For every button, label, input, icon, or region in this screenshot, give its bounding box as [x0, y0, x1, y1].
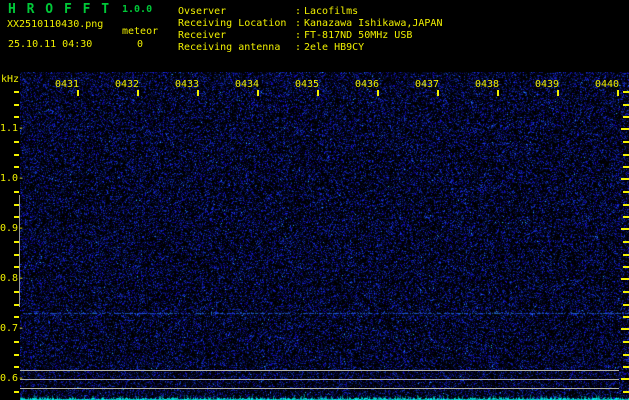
time-tick-mark: [137, 90, 139, 96]
info-separator: :: [295, 18, 304, 30]
info-separator: :: [295, 30, 304, 42]
time-tick-label: 0435: [295, 79, 319, 90]
freq-minor-tick-right: [623, 354, 629, 356]
time-tick-label: 0438: [475, 79, 499, 90]
freq-minor-tick-right: [623, 341, 629, 343]
info-label: Receiving antenna: [178, 42, 295, 54]
left-edge-marker-line: [19, 195, 20, 307]
freq-minor-tick-left: [14, 91, 19, 93]
freq-minor-tick-left: [14, 191, 19, 193]
output-filename: XX2510110430.png: [7, 19, 103, 30]
info-row-observer: Ovserver:Lacofilms: [178, 6, 442, 18]
freq-tick-label: 0.6-: [0, 373, 19, 384]
freq-tick-right: [621, 278, 629, 280]
info-label: Ovserver: [178, 6, 295, 18]
info-row-receiver: Receiver:FT-817ND 50MHz USB: [178, 30, 442, 42]
station-info: Ovserver:Lacofilms Receiving Location:Ka…: [178, 6, 442, 54]
info-value: Lacofilms: [304, 6, 358, 18]
freq-tick-right: [621, 328, 629, 330]
time-tick-mark: [497, 90, 499, 96]
freq-minor-tick-right: [623, 116, 629, 118]
freq-minor-tick-right: [623, 91, 629, 93]
freq-minor-tick-right: [623, 241, 629, 243]
meteor-counter-label: meteor: [122, 26, 158, 37]
info-separator: :: [295, 42, 304, 54]
time-tick-mark: [197, 90, 199, 96]
freq-tick-label: 1.0-: [0, 173, 19, 184]
time-tick-mark: [77, 90, 79, 96]
freq-minor-tick-left: [14, 104, 19, 106]
freq-minor-tick-left: [14, 391, 19, 393]
time-tick-label: 0433: [175, 79, 199, 90]
freq-minor-tick-left: [14, 341, 19, 343]
freq-tick-label: 0.9-: [0, 223, 19, 234]
info-label: Receiver: [178, 30, 295, 42]
info-label: Receiving Location: [178, 18, 295, 30]
time-tick-label: 0436: [355, 79, 379, 90]
meteor-counter-value: 0: [131, 39, 149, 50]
freq-tick-label: 0.8-: [0, 273, 19, 284]
freq-minor-tick-left: [14, 366, 19, 368]
time-tick-mark: [317, 90, 319, 96]
freq-minor-tick-right: [623, 391, 629, 393]
app-title: H R O F F T: [8, 2, 111, 17]
info-row-antenna: Receiving antenna:2ele HB9CY: [178, 42, 442, 54]
gray-reference-line: [20, 370, 619, 371]
freq-minor-tick-right: [623, 216, 629, 218]
info-value: 2ele HB9CY: [304, 42, 364, 54]
freq-tick-label: 0.7-: [0, 323, 19, 334]
freq-minor-tick-left: [14, 141, 19, 143]
info-value: FT-817ND 50MHz USB: [304, 30, 412, 42]
freq-tick-right: [621, 228, 629, 230]
freq-tick-right: [621, 378, 629, 380]
spectrogram-canvas: [20, 72, 629, 400]
time-tick-label: 0437: [415, 79, 439, 90]
freq-minor-tick-left: [14, 154, 19, 156]
time-tick-mark: [257, 90, 259, 96]
freq-minor-tick-right: [623, 191, 629, 193]
info-row-location: Receiving Location:Kanazawa Ishikawa,JAP…: [178, 18, 442, 30]
freq-tick-right: [621, 178, 629, 180]
time-tick-label: 0434: [235, 79, 259, 90]
freq-minor-tick-right: [623, 266, 629, 268]
time-tick-mark: [377, 90, 379, 96]
freq-minor-tick-right: [623, 154, 629, 156]
hrofft-window: H R O F F T 1.0.0 XX2510110430.png meteo…: [0, 0, 629, 400]
freq-minor-tick-right: [623, 166, 629, 168]
gray-reference-line: [20, 379, 619, 380]
freq-minor-tick-left: [14, 354, 19, 356]
freq-minor-tick-left: [14, 166, 19, 168]
freq-minor-tick-right: [623, 104, 629, 106]
info-value: Kanazawa Ishikawa,JAPAN: [304, 18, 442, 30]
freq-minor-tick-right: [623, 316, 629, 318]
info-separator: :: [295, 6, 304, 18]
observation-datetime: 25.10.11 04:30: [8, 39, 92, 50]
freq-tick-right: [621, 128, 629, 130]
time-tick-mark: [557, 90, 559, 96]
gray-reference-line: [20, 388, 619, 389]
time-tick-mark: [437, 90, 439, 96]
freq-tick-label: 1.1-: [0, 123, 19, 134]
time-tick-label: 0431: [55, 79, 79, 90]
frequency-unit-label: kHz: [1, 74, 19, 85]
time-tick-label: 0432: [115, 79, 139, 90]
time-tick-label: 0440: [595, 79, 619, 90]
freq-minor-tick-right: [623, 304, 629, 306]
freq-minor-tick-right: [623, 204, 629, 206]
app-version: 1.0.0: [122, 4, 152, 15]
freq-minor-tick-right: [623, 141, 629, 143]
freq-minor-tick-left: [14, 116, 19, 118]
time-tick-label: 0439: [535, 79, 559, 90]
freq-minor-tick-right: [623, 254, 629, 256]
time-tick-mark: [617, 90, 619, 96]
freq-minor-tick-right: [623, 291, 629, 293]
freq-minor-tick-right: [623, 366, 629, 368]
freq-minor-tick-left: [14, 316, 19, 318]
